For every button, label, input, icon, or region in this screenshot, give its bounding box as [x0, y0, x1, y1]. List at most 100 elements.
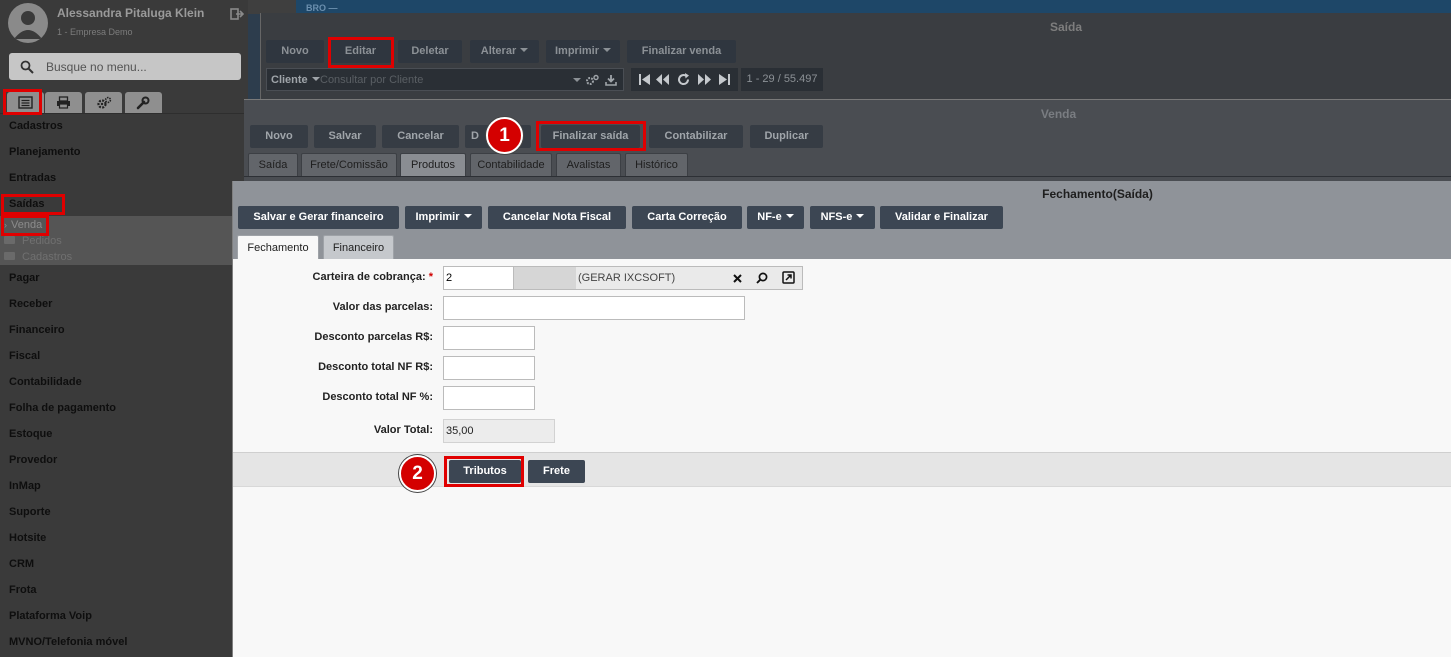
sidebar-item-planejamento[interactable]: Planejamento [9, 146, 81, 158]
highlight-editar [328, 37, 394, 68]
frete-button[interactable]: Frete [528, 460, 585, 483]
deletar-button[interactable]: Deletar [398, 40, 462, 63]
sidebar-item-entradas[interactable]: Entradas [9, 172, 56, 184]
sidebar-item-contabilidade[interactable]: Contabilidade [9, 376, 82, 388]
first-record-icon[interactable] [639, 74, 650, 85]
open-external-icon[interactable] [782, 271, 795, 284]
filter-input[interactable]: Consultar por Cliente [320, 74, 423, 86]
finalizar-venda-button[interactable]: Finalizar venda [627, 40, 736, 63]
button-label: Imprimir [415, 211, 460, 223]
tab-historico[interactable]: Histórico [625, 153, 688, 176]
search-icon[interactable] [756, 272, 768, 284]
record-navigator [631, 68, 738, 91]
validar-finalizar-button[interactable]: Validar e Finalizar [880, 206, 1003, 229]
sidebar-subitem-pedidos[interactable]: Pedidos [4, 235, 62, 247]
download-icon[interactable] [605, 74, 617, 86]
carta-correcao-button[interactable]: Carta Correção [632, 206, 742, 229]
novo-button[interactable]: Novo [250, 125, 308, 148]
tab-tools[interactable] [125, 92, 162, 114]
sidebar-item-financeiro[interactable]: Financeiro [9, 324, 65, 336]
novo-button[interactable]: Novo [266, 40, 324, 63]
tab-contabilidade[interactable]: Contabilidade [470, 153, 552, 176]
folder-icon [4, 236, 15, 244]
refresh-icon[interactable] [677, 73, 690, 86]
filter-field-select[interactable]: Cliente [271, 74, 320, 86]
alterar-dropdown[interactable]: Alterar [470, 40, 539, 63]
tab-financeiro[interactable]: Financeiro [323, 235, 394, 259]
folder-icon [4, 252, 15, 260]
contabilizar-button[interactable]: Contabilizar [649, 125, 743, 148]
tab-fechamento[interactable]: Fechamento [237, 235, 319, 259]
desconto-total-label: Desconto total NF R$: [318, 361, 433, 373]
sidebar-item-suporte[interactable]: Suporte [9, 506, 51, 518]
tab-produtos[interactable]: Produtos [400, 153, 466, 176]
tab-avalistas[interactable]: Avalistas [556, 153, 621, 176]
caret-down-icon [520, 48, 529, 52]
caret-down-icon [785, 214, 794, 218]
caret-down-icon[interactable] [573, 78, 581, 82]
sidebar-item-receber[interactable]: Receber [9, 298, 52, 310]
tab-saida[interactable]: Saída [248, 153, 298, 176]
carteira-redacted [514, 267, 576, 289]
client-filter[interactable]: Cliente Consultar por Cliente [266, 68, 624, 91]
imprimir-dropdown[interactable]: Imprimir [546, 40, 620, 63]
sidebar-item-pagar[interactable]: Pagar [9, 272, 40, 284]
menu-search-input[interactable]: Busque no menu... [9, 53, 241, 80]
desconto-parcelas-input[interactable] [443, 326, 535, 350]
nfse-dropdown[interactable]: NFS-e [810, 206, 875, 229]
sidebar-item-fiscal[interactable]: Fiscal [9, 350, 40, 362]
sidebar-item-estoque[interactable]: Estoque [9, 428, 52, 440]
desconto-percent-input[interactable] [443, 386, 535, 410]
sidebar-item-folha[interactable]: Folha de pagamento [9, 402, 116, 414]
sidebar-item-mvno[interactable]: MVNO/Telefonia móvel [9, 636, 127, 648]
subitem-label: Cadastros [22, 251, 73, 263]
sidebar-item-frota[interactable]: Frota [9, 584, 37, 596]
carteira-label: Carteira de cobrança: * [312, 271, 433, 283]
tab-settings[interactable] [85, 92, 122, 114]
carteira-field[interactable]: 2 (GERAR IXCSOFT) [443, 266, 803, 290]
caret-down-icon [311, 77, 320, 81]
highlight-saidas [1, 194, 65, 215]
last-record-icon[interactable] [719, 74, 730, 85]
logout-icon[interactable] [230, 7, 244, 21]
clear-icon[interactable] [733, 274, 742, 283]
next-record-icon[interactable] [698, 74, 711, 85]
desconto-parcelas-label: Desconto parcelas R$: [314, 331, 433, 343]
nfe-dropdown[interactable]: NF-e [747, 206, 804, 229]
salvar-button[interactable]: Salvar [314, 125, 376, 148]
sidebar: Alessandra Pitaluga Klein 1 - Empresa De… [0, 0, 248, 657]
tab-frete-comissao[interactable]: Frete/Comissão [301, 153, 397, 176]
caret-down-icon [856, 214, 865, 218]
duplicar-button[interactable]: Duplicar [750, 125, 823, 148]
previous-record-icon[interactable] [656, 74, 669, 85]
sidebar-subitem-cadastros[interactable]: Cadastros [4, 251, 72, 263]
button-label: Alterar [480, 45, 517, 57]
desconto-total-input[interactable] [443, 356, 535, 380]
sidebar-item-provedor[interactable]: Provedor [9, 454, 57, 466]
fechamento-window: Fechamento(Saída) Salvar e Gerar finance… [232, 181, 1451, 657]
carteira-code-input[interactable]: 2 [444, 267, 514, 289]
highlight-menu-tab [3, 89, 42, 115]
step-badge-1: 1 [486, 117, 523, 154]
search-placeholder: Busque no menu... [46, 60, 147, 74]
sidebar-item-hotsite[interactable]: Hotsite [9, 532, 46, 544]
user-name: Alessandra Pitaluga Klein [57, 6, 205, 20]
pager-status: 1 - 29 / 55.497 [741, 68, 823, 91]
valor-parcelas-input[interactable] [443, 296, 745, 320]
imprimir-dropdown[interactable]: Imprimir [405, 206, 482, 229]
window-title: Venda [1040, 107, 1077, 121]
saida-window: BRO — Saída Novo Editar Deletar Alterar … [248, 0, 1451, 100]
search-icon [20, 60, 34, 74]
carteira-description: (GERAR IXCSOFT) [578, 272, 676, 284]
salvar-gerar-financeiro-button[interactable]: Salvar e Gerar financeiro [238, 206, 399, 229]
tab-print[interactable] [45, 92, 82, 114]
sidebar-item-cadastros[interactable]: Cadastros [9, 120, 63, 132]
desconto-percent-label: Desconto total NF %: [322, 391, 433, 403]
button-label: Imprimir [554, 45, 599, 57]
gears-icon[interactable] [585, 74, 599, 86]
sidebar-item-inmap[interactable]: InMap [9, 480, 41, 492]
sidebar-item-crm[interactable]: CRM [9, 558, 34, 570]
cancelar-nota-fiscal-button[interactable]: Cancelar Nota Fiscal [488, 206, 626, 229]
cancelar-button[interactable]: Cancelar [382, 125, 459, 148]
sidebar-item-voip[interactable]: Plataforma Voip [9, 610, 92, 622]
